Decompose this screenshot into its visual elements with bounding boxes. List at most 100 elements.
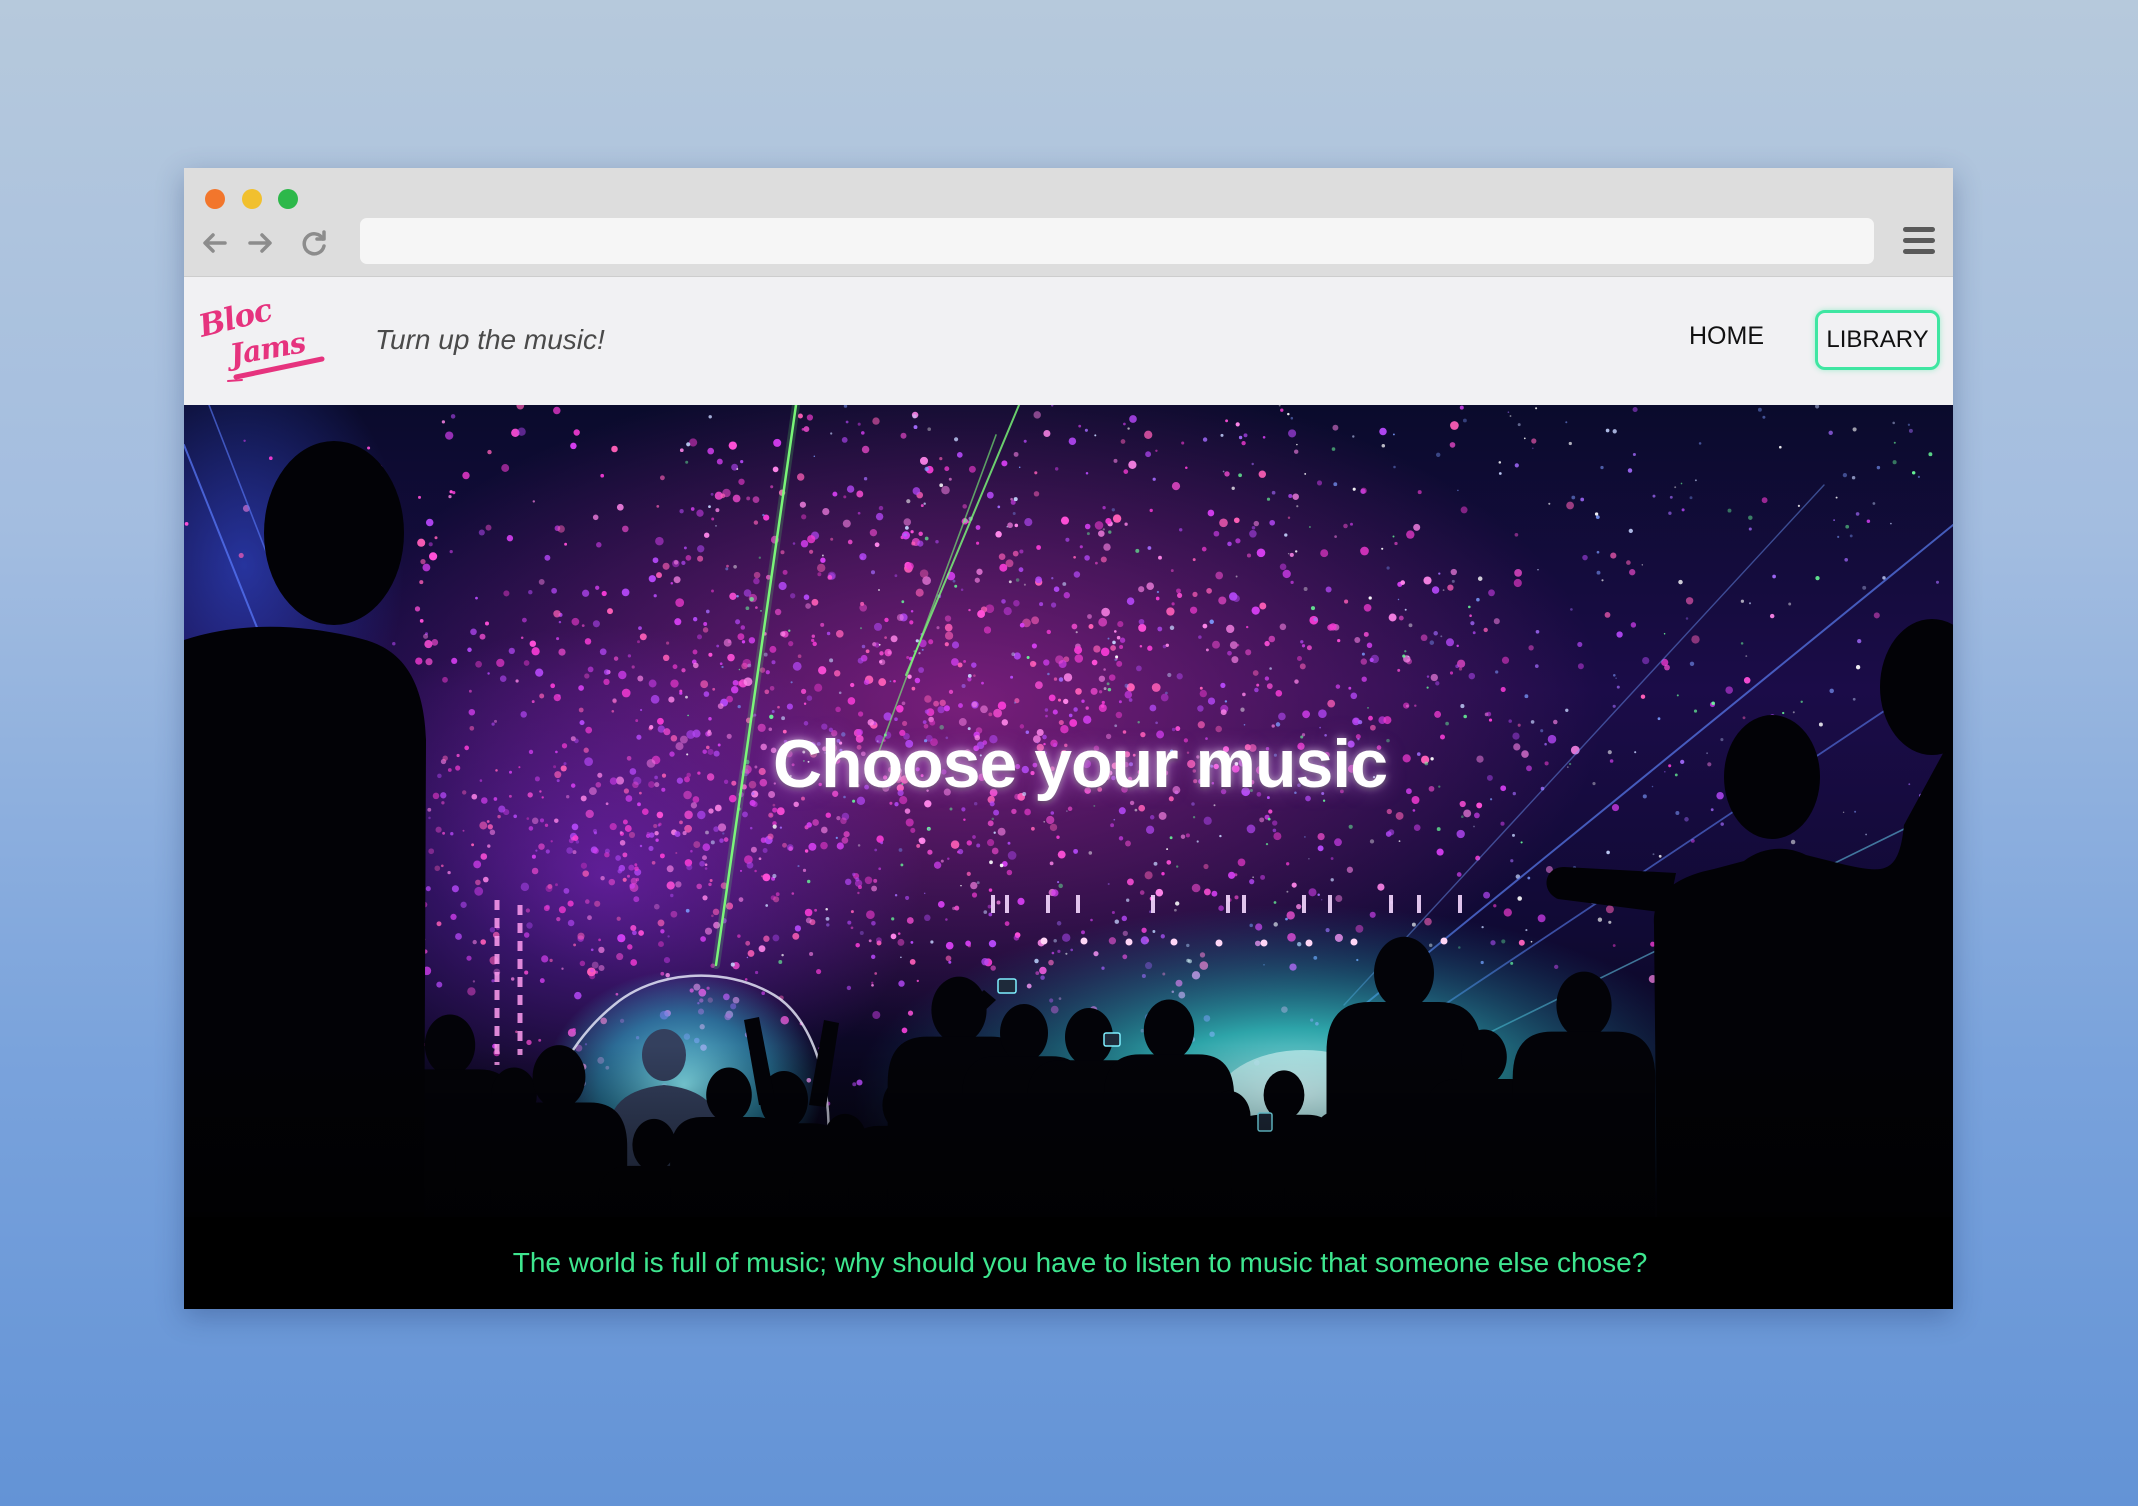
confetti-dot [1330,878,1334,882]
confetti-dot [1115,655,1119,659]
address-bar[interactable] [360,218,1874,264]
confetti-dot [1601,579,1604,582]
confetti-dot [424,640,433,649]
confetti-dot [1517,423,1521,427]
confetti-dot [896,614,904,621]
confetti-dot [604,848,610,854]
nav-library-button[interactable]: LIBRARY [1815,310,1940,370]
confetti-dot [1668,511,1672,515]
confetti-dot [1165,691,1168,695]
confetti-dot [468,689,472,693]
confetti-dot [1048,694,1056,702]
confetti-dot [836,630,844,638]
hamburger-menu-icon[interactable] [1903,227,1935,255]
confetti-dot [1568,441,1572,446]
confetti-dot [843,495,847,499]
confetti-dot [1123,469,1129,474]
confetti-dot [1348,824,1353,829]
stage-light [1440,937,1448,945]
confetti-dot [755,606,758,609]
confetti-dot [1287,412,1290,416]
confetti-dot [1693,709,1698,713]
confetti-dot [878,678,887,687]
confetti-dot [1235,422,1240,427]
confetti-dot [933,861,942,869]
confetti-dot [650,694,660,704]
confetti-dot [1833,519,1835,521]
confetti-dot [1007,522,1013,529]
confetti-dot [550,683,556,689]
confetti-dot [952,579,956,583]
confetti-dot [1451,579,1455,583]
confetti-dot [855,942,860,948]
confetti-dot [1203,863,1209,870]
confetti-dot [1139,645,1143,648]
confetti-dot [450,832,454,836]
confetti-dot [1192,558,1196,562]
confetti-dot [1113,630,1117,633]
confetti-dot [1108,674,1116,681]
forward-arrow-icon[interactable] [245,228,275,258]
confetti-dot [1377,883,1385,891]
confetti-dot [808,842,817,851]
reload-icon[interactable] [299,228,329,258]
confetti-dot [956,452,963,458]
confetti-dot [1524,694,1529,699]
confetti-dot [1457,489,1459,492]
confetti-dot [425,886,431,892]
confetti-dot [674,831,681,838]
window-minimize-button[interactable] [242,189,262,209]
back-arrow-icon[interactable] [200,228,230,258]
confetti-dot [987,820,994,827]
confetti-dot [1663,632,1666,635]
confetti-dot [520,882,530,892]
confetti-dot [1835,496,1838,499]
confetti-dot [1531,447,1534,450]
confetti-dot [415,657,423,665]
confetti-dot [924,709,930,714]
confetti-dot [1570,608,1573,611]
confetti-dot [911,686,916,691]
confetti-dot [940,859,944,863]
confetti-dot [1676,694,1679,697]
confetti-dot [928,828,930,830]
confetti-dot [857,711,864,717]
confetti-dot [832,491,838,497]
confetti-dot [1287,516,1291,519]
confetti-dot [688,438,698,447]
confetti-dot [630,877,638,885]
confetti-dot [1068,713,1073,718]
bloc-jams-logo[interactable]: Bloc Jams [194,292,328,383]
confetti-dot [637,675,644,682]
confetti-dot [1170,569,1174,573]
confetti-dot [1306,645,1312,651]
confetti-dot [1128,460,1137,469]
confetti-dot [1398,840,1401,842]
confetti-dot [658,941,664,948]
confetti-dot [1252,670,1259,676]
confetti-dot [1280,408,1284,412]
confetti-dot [1235,538,1241,544]
confetti-dot [1075,631,1078,634]
nav-home-link[interactable]: HOME [1689,321,1764,351]
confetti-dot [742,811,748,818]
confetti-dot [868,939,872,943]
confetti-dot [1406,530,1415,539]
window-close-button[interactable] [205,189,225,209]
confetti-dot [1011,808,1017,815]
confetti-dot [570,442,577,450]
confetti-dot [445,431,454,440]
confetti-dot [1273,901,1277,904]
confetti-dot [1118,700,1122,704]
confetti-dot [1308,858,1310,860]
confetti-dot [1535,629,1540,634]
confetti-dot [970,881,978,890]
confetti-dot [449,490,453,494]
confetti-dot [674,618,682,626]
confetti-dot [1596,570,1601,575]
confetti-dot [1199,686,1203,690]
confetti-dot [1711,701,1715,706]
confetti-dot [435,826,442,833]
window-zoom-button[interactable] [278,189,298,209]
confetti-dot [952,906,956,911]
